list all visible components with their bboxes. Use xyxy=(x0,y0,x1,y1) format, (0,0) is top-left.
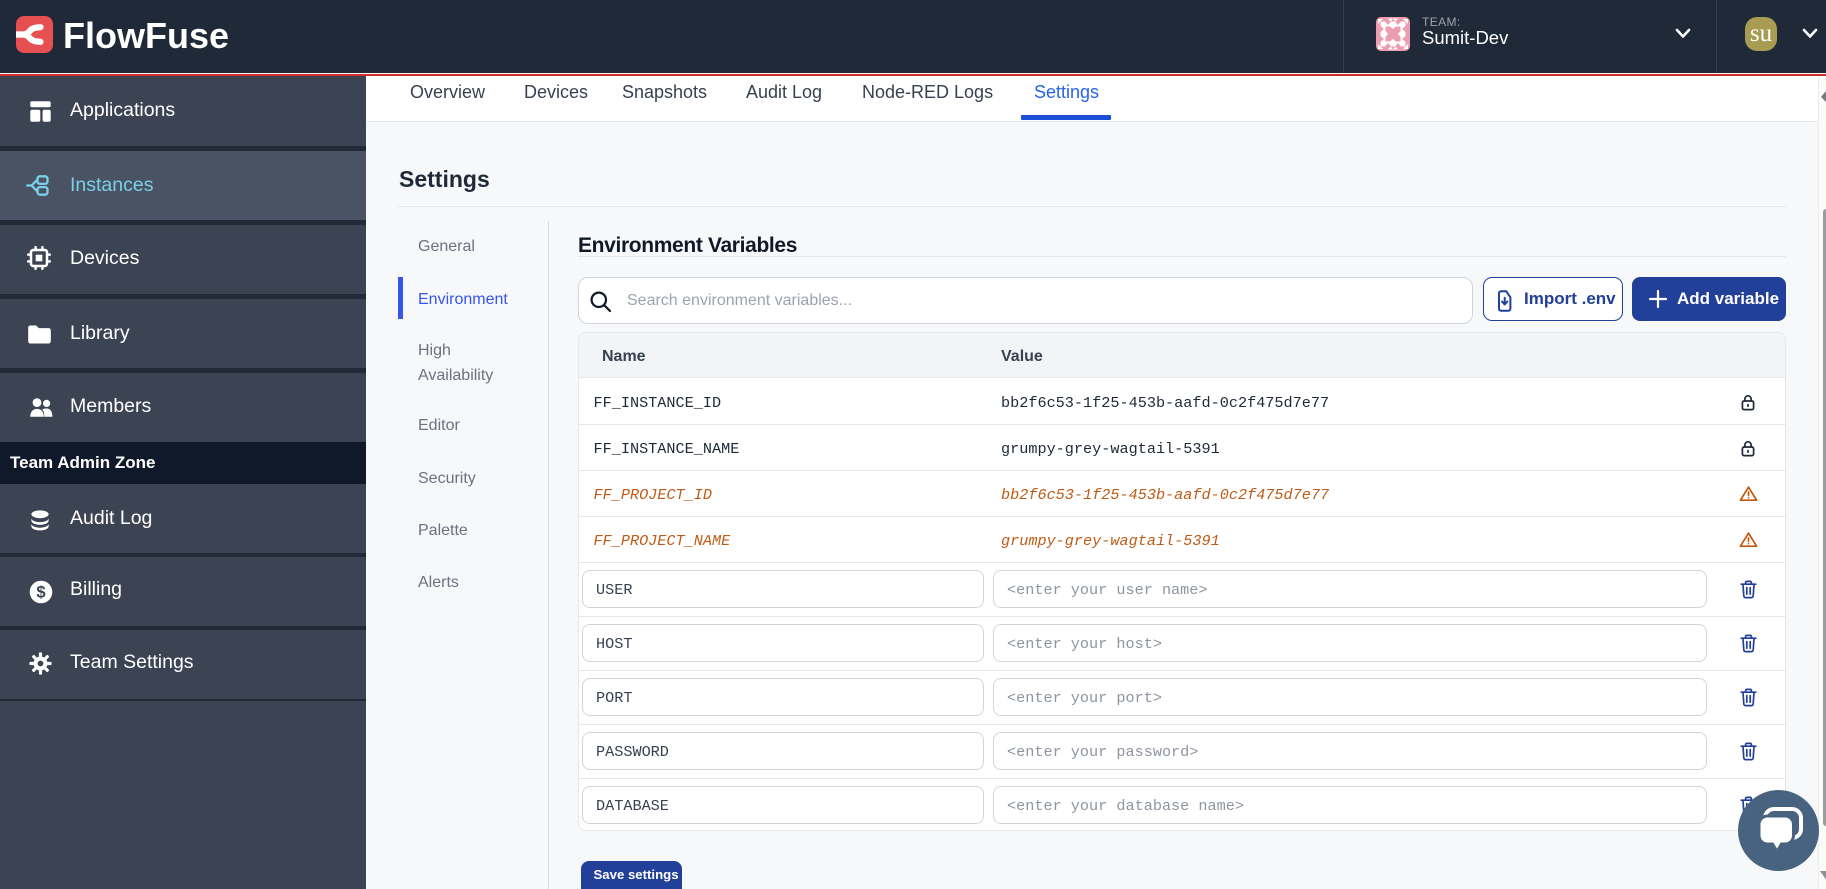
svg-text:$: $ xyxy=(36,583,45,602)
